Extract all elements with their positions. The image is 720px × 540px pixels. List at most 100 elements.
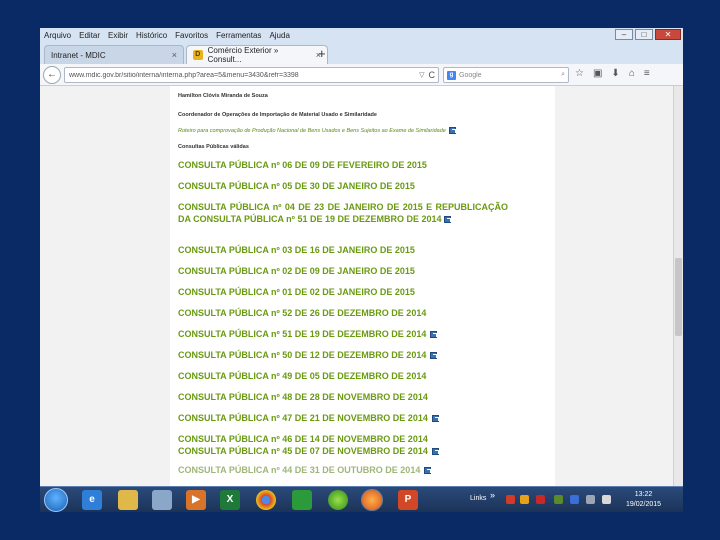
consulta-link[interactable]: CONSULTA PÚBLICA nº 45 DE 07 DE NOVEMBRO… xyxy=(178,445,508,457)
taskbar-clock[interactable]: 13:22 19/02/2015 xyxy=(626,490,661,510)
menu-bar: Arquivo Editar Exibir Histórico Favorito… xyxy=(40,28,683,42)
tray-network-icon[interactable] xyxy=(554,495,563,504)
external-link-icon[interactable] xyxy=(444,216,452,224)
links-chevron-icon[interactable]: » xyxy=(490,490,495,500)
tray-flag-icon[interactable] xyxy=(586,495,595,504)
search-input[interactable]: Google xyxy=(459,72,558,79)
url-dropdown-icon[interactable]: ▽ xyxy=(419,71,424,79)
page-viewport: Hamilton Clóvis Miranda de Souza Coorden… xyxy=(40,86,683,486)
window-controls: – □ ✕ xyxy=(615,29,681,40)
consulta-link[interactable]: CONSULTA PÚBLICA nº 01 DE 02 DE JANEIRO … xyxy=(178,286,508,298)
consulta-link[interactable]: CONSULTA PÚBLICA nº 44 DE 31 DE OUTUBRO … xyxy=(178,464,508,476)
firefox-icon[interactable] xyxy=(361,489,383,511)
media-icon[interactable]: ▶ xyxy=(186,490,206,510)
consulta-link-text[interactable]: CONSULTA PÚBLICA nº 46 DE 14 DE NOVEMBRO… xyxy=(178,433,428,445)
consulta-link[interactable]: CONSULTA PÚBLICA nº 50 DE 12 DE DEZEMBRO… xyxy=(178,349,508,361)
google-engine-icon[interactable]: g xyxy=(447,70,456,80)
search-bar[interactable]: g Google ⌕ xyxy=(443,67,569,83)
menu-ajuda[interactable]: Ajuda xyxy=(269,31,289,40)
tab-comercio-exterior[interactable]: D Comércio Exterior » Consult... × xyxy=(186,45,328,64)
vertical-scrollbar[interactable] xyxy=(673,86,683,486)
consulta-link-text[interactable]: CONSULTA PÚBLICA nº 05 DE 30 DE JANEIRO … xyxy=(178,180,415,192)
explorer-icon[interactable] xyxy=(118,490,138,510)
consulta-link-text[interactable]: CONSULTA PÚBLICA nº 49 DE 05 DE DEZEMBRO… xyxy=(178,370,426,382)
consulta-link-text[interactable]: CONSULTA PÚBLICA nº 47 DE 21 DE NOVEMBRO… xyxy=(178,412,428,424)
toolbar-icons: ☆ ▣ ⬇ ⌂ ≡ xyxy=(575,68,650,79)
consulta-link[interactable]: CONSULTA PÚBLICA nº 47 DE 21 DE NOVEMBRO… xyxy=(178,412,508,424)
consulta-link[interactable]: CONSULTA PÚBLICA nº 06 DE 09 DE FEVEREIR… xyxy=(178,159,508,171)
roteiro-link[interactable]: Roteiro para comprovação de Produção Nac… xyxy=(178,127,456,134)
ie-icon[interactable]: e xyxy=(82,490,102,510)
page-content: Hamilton Clóvis Miranda de Souza Coorden… xyxy=(170,86,555,486)
consulta-link-text[interactable]: CONSULTA PÚBLICA nº 52 DE 26 DE DEZEMBRO… xyxy=(178,307,426,319)
menu-editar[interactable]: Editar xyxy=(79,31,100,40)
reload-button[interactable]: C xyxy=(429,70,439,80)
consulta-link[interactable]: CONSULTA PÚBLICA nº 52 DE 26 DE DEZEMBRO… xyxy=(178,307,508,319)
consulta-link[interactable]: CONSULTA PÚBLICA nº 04 DE 23 DE JANEIRO … xyxy=(178,201,508,225)
consulta-link[interactable]: CONSULTA PÚBLICA nº 49 DE 05 DE DEZEMBRO… xyxy=(178,370,508,382)
home-icon[interactable]: ⌂ xyxy=(629,68,635,79)
consulta-link-text[interactable]: CONSULTA PÚBLICA nº 02 DE 09 DE JANEIRO … xyxy=(178,265,415,277)
start-button-icon[interactable] xyxy=(44,488,68,512)
tab-intranet[interactable]: Intranet - MDIC × xyxy=(44,45,184,64)
consulta-link-text[interactable]: CONSULTA PÚBLICA nº 01 DE 02 DE JANEIRO … xyxy=(178,286,415,298)
bookmark-star-icon[interactable]: ☆ xyxy=(575,68,584,79)
consulta-link-text[interactable]: CONSULTA PÚBLICA nº 04 DE 23 DE JANEIRO … xyxy=(178,202,508,224)
consulta-link-text[interactable]: CONSULTA PÚBLICA nº 03 DE 16 DE JANEIRO … xyxy=(178,244,415,256)
consulta-link-text[interactable]: CONSULTA PÚBLICA nº 06 DE 09 DE FEVEREIR… xyxy=(178,159,427,171)
new-tab-button[interactable]: + xyxy=(318,46,326,61)
external-link-icon[interactable] xyxy=(424,466,432,474)
back-button[interactable]: ← xyxy=(43,66,61,84)
windows-taskbar: e ▶ X P Links » 13:22 19/02/2015 xyxy=(40,486,683,512)
close-window-button[interactable]: ✕ xyxy=(655,29,681,40)
consulta-link-text[interactable]: CONSULTA PÚBLICA nº 44 DE 31 DE OUTUBRO … xyxy=(178,464,420,476)
menu-arquivo[interactable]: Arquivo xyxy=(44,31,71,40)
roteiro-link-text[interactable]: Roteiro para comprovação de Produção Nac… xyxy=(178,128,446,134)
chrome-icon[interactable] xyxy=(256,490,276,510)
menu-hamburger-icon[interactable]: ≡ xyxy=(644,68,650,79)
menu-ferramentas[interactable]: Ferramentas xyxy=(216,31,261,40)
maximize-button[interactable]: □ xyxy=(635,29,653,40)
external-link-icon[interactable] xyxy=(448,127,456,134)
consulta-link[interactable]: CONSULTA PÚBLICA nº 02 DE 09 DE JANEIRO … xyxy=(178,265,508,277)
consulta-link-text[interactable]: CONSULTA PÚBLICA nº 48 DE 28 DE NOVEMBRO… xyxy=(178,391,428,403)
tab-close-icon[interactable]: × xyxy=(172,50,177,60)
menu-favoritos[interactable]: Favoritos xyxy=(175,31,208,40)
powerpoint-icon[interactable]: P xyxy=(398,490,418,510)
external-link-icon[interactable] xyxy=(431,414,439,422)
links-toolbar-label[interactable]: Links xyxy=(470,495,486,502)
scrollbar-thumb[interactable] xyxy=(675,258,682,336)
minimize-button[interactable]: – xyxy=(615,29,633,40)
search-icon[interactable]: ⌕ xyxy=(561,71,565,79)
consulta-link[interactable]: CONSULTA PÚBLICA nº 46 DE 14 DE NOVEMBRO… xyxy=(178,433,508,445)
external-link-icon[interactable] xyxy=(431,447,439,455)
navigation-bar: ← www.mdic.gov.br/sitio/interna/interna.… xyxy=(40,64,683,86)
consulta-link-text[interactable]: CONSULTA PÚBLICA nº 50 DE 12 DE DEZEMBRO… xyxy=(178,349,426,361)
tray-bluetooth-icon[interactable] xyxy=(570,495,579,504)
consulta-link[interactable]: CONSULTA PÚBLICA nº 05 DE 30 DE JANEIRO … xyxy=(178,180,508,192)
menu-exibir[interactable]: Exibir xyxy=(108,31,128,40)
downloads-icon[interactable]: ⬇ xyxy=(611,68,619,79)
external-link-icon[interactable] xyxy=(430,330,438,338)
consulta-link-text[interactable]: CONSULTA PÚBLICA nº 45 DE 07 DE NOVEMBRO… xyxy=(178,445,428,457)
tab-bar: Intranet - MDIC × D Comércio Exterior » … xyxy=(40,42,683,64)
tray-app-icon[interactable] xyxy=(520,495,529,504)
consulta-link[interactable]: CONSULTA PÚBLICA nº 03 DE 16 DE JANEIRO … xyxy=(178,244,508,256)
green-ball-icon[interactable] xyxy=(328,490,348,510)
brazil-flag-icon[interactable] xyxy=(292,490,312,510)
tray-antivirus-icon[interactable] xyxy=(506,495,515,504)
tray-volume-icon[interactable] xyxy=(602,495,611,504)
bookmarks-library-icon[interactable]: ▣ xyxy=(593,68,602,79)
calc-icon[interactable] xyxy=(152,490,172,510)
address-bar[interactable]: www.mdic.gov.br/sitio/interna/interna.ph… xyxy=(64,67,439,83)
browser-window: Arquivo Editar Exibir Histórico Favorito… xyxy=(40,28,683,486)
tab-intranet-label: Intranet - MDIC xyxy=(51,50,106,60)
excel-icon[interactable]: X xyxy=(220,490,240,510)
menu-historico[interactable]: Histórico xyxy=(136,31,167,40)
external-link-icon[interactable] xyxy=(430,351,438,359)
consulta-link[interactable]: CONSULTA PÚBLICA nº 48 DE 28 DE NOVEMBRO… xyxy=(178,391,508,403)
clock-time: 13:22 xyxy=(634,491,653,498)
consulta-link-text[interactable]: CONSULTA PÚBLICA nº 51 DE 19 DE DEZEMBRO… xyxy=(178,328,426,340)
tray-amd-icon[interactable] xyxy=(536,495,545,504)
consulta-link[interactable]: CONSULTA PÚBLICA nº 51 DE 19 DE DEZEMBRO… xyxy=(178,328,508,340)
